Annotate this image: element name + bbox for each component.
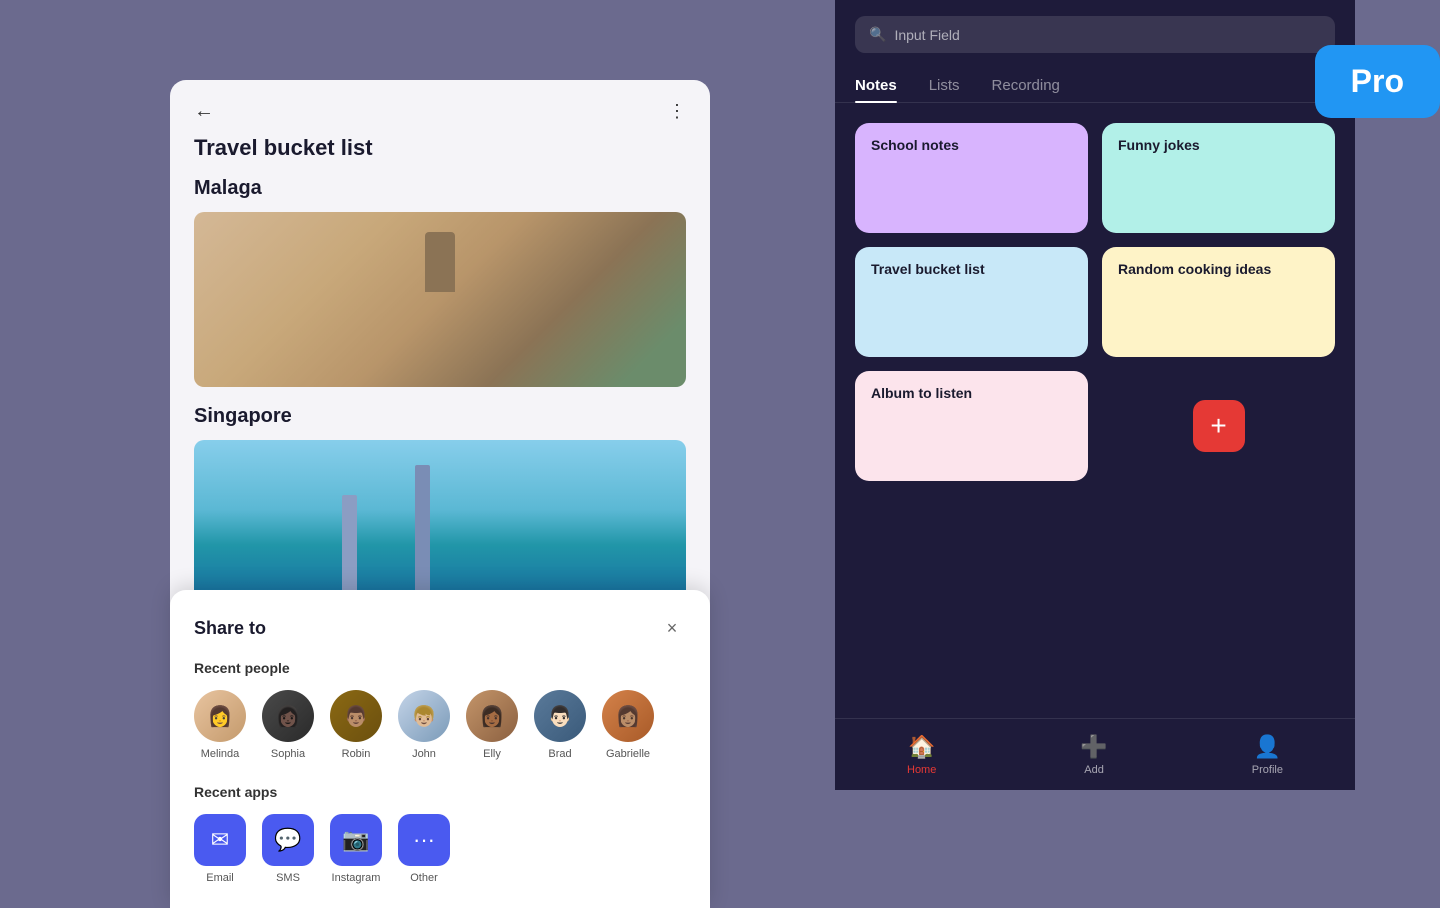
note-card-travel[interactable]: Travel bucket list — [855, 247, 1088, 357]
close-modal-button[interactable]: × — [658, 614, 686, 642]
tab-recording[interactable]: Recording — [992, 69, 1060, 102]
note-card-funny-jokes[interactable]: Funny jokes — [1102, 123, 1335, 233]
sms-icon: 💬 — [262, 814, 314, 866]
avatar-elly-face: 👩🏾 — [466, 690, 518, 742]
search-input-placeholder: Input Field — [894, 27, 959, 43]
note-card-title-travel: Travel bucket list — [871, 261, 985, 277]
note-card-school-notes[interactable]: School notes — [855, 123, 1088, 233]
person-gabrielle[interactable]: 👩🏽 Gabrielle — [602, 690, 654, 760]
recent-people-label: Recent people — [194, 660, 686, 676]
person-sophia[interactable]: 👩🏿 Sophia — [262, 690, 314, 760]
city-singapore: Singapore — [194, 405, 686, 428]
note-card-album[interactable]: Album to listen — [855, 371, 1088, 481]
avatar-brad: 👨🏻 — [534, 690, 586, 742]
note-card-title-cooking: Random cooking ideas — [1118, 261, 1271, 277]
person-brad[interactable]: 👨🏻 Brad — [534, 690, 586, 760]
notes-app-panel: 🔍 Input Field Notes Lists Recording Scho… — [835, 0, 1355, 790]
avatar-gabrielle: 👩🏽 — [602, 690, 654, 742]
app-email[interactable]: ✉ Email — [194, 814, 246, 884]
add-icon: ➕ — [1080, 734, 1107, 760]
bottom-nav: 🏠 Home ➕ Add 👤 Profile — [835, 718, 1355, 790]
add-card-wrapper: + — [1102, 371, 1335, 481]
note-header: ← ⋮ — [170, 80, 710, 135]
note-card-title-jokes: Funny jokes — [1118, 137, 1200, 153]
person-robin[interactable]: 👨🏽 Robin — [330, 690, 382, 760]
notes-grid: School notes Funny jokes Travel bucket l… — [835, 123, 1355, 481]
apps-row: ✉ Email 💬 SMS 📷 Instagram ··· Other — [194, 814, 686, 884]
note-title: Travel bucket list — [170, 135, 710, 177]
share-modal-title: Share to — [194, 618, 266, 639]
back-button[interactable]: ← — [194, 100, 214, 123]
recent-apps-label: Recent apps — [194, 784, 686, 800]
avatar-gabrielle-face: 👩🏽 — [602, 690, 654, 742]
malaga-image — [194, 212, 686, 387]
search-bar[interactable]: 🔍 Input Field — [855, 16, 1335, 53]
person-elly[interactable]: 👩🏾 Elly — [466, 690, 518, 760]
avatar-robin: 👨🏽 — [330, 690, 382, 742]
share-modal-header: Share to × — [194, 614, 686, 642]
tab-notes[interactable]: Notes — [855, 69, 897, 102]
app-name-sms: SMS — [276, 872, 300, 884]
city-malaga: Malaga — [194, 177, 686, 200]
app-other[interactable]: ··· Other — [398, 814, 450, 884]
avatar-sophia-face: 👩🏿 — [262, 690, 314, 742]
avatar-melinda-face: 👩 — [194, 690, 246, 742]
nav-home-label: Home — [907, 764, 936, 776]
email-icon: ✉ — [194, 814, 246, 866]
share-button[interactable]: ⋮ — [668, 101, 686, 122]
app-name-email: Email — [206, 872, 234, 884]
people-row: 👩 Melinda 👩🏿 Sophia 👨🏽 Robin 👦🏼 John 👩🏾 — [194, 690, 686, 760]
note-card-title-school: School notes — [871, 137, 959, 153]
nav-home[interactable]: 🏠 Home — [907, 734, 936, 776]
person-name-sophia: Sophia — [271, 748, 305, 760]
person-name-john: John — [412, 748, 436, 760]
search-icon: 🔍 — [869, 26, 886, 43]
avatar-john: 👦🏼 — [398, 690, 450, 742]
share-modal: Share to × Recent people 👩 Melinda 👩🏿 So… — [170, 590, 710, 908]
note-card-cooking[interactable]: Random cooking ideas — [1102, 247, 1335, 357]
home-icon: 🏠 — [908, 734, 935, 760]
person-melinda[interactable]: 👩 Melinda — [194, 690, 246, 760]
app-name-other: Other — [410, 872, 438, 884]
app-name-instagram: Instagram — [332, 872, 381, 884]
pro-badge[interactable]: Pro — [1315, 45, 1440, 118]
nav-add[interactable]: ➕ Add — [1080, 734, 1107, 776]
singapore-image — [194, 440, 686, 615]
note-card-title-album: Album to listen — [871, 385, 972, 401]
avatar-elly: 👩🏾 — [466, 690, 518, 742]
nav-profile[interactable]: 👤 Profile — [1252, 734, 1283, 776]
person-name-elly: Elly — [483, 748, 501, 760]
avatar-john-face: 👦🏼 — [398, 690, 450, 742]
avatar-sophia: 👩🏿 — [262, 690, 314, 742]
avatar-brad-face: 👨🏻 — [534, 690, 586, 742]
person-john[interactable]: 👦🏼 John — [398, 690, 450, 760]
instagram-icon: 📷 — [330, 814, 382, 866]
person-name-robin: Robin — [342, 748, 371, 760]
person-name-melinda: Melinda — [201, 748, 240, 760]
nav-add-label: Add — [1084, 764, 1104, 776]
profile-icon: 👤 — [1254, 734, 1281, 760]
avatar-melinda: 👩 — [194, 690, 246, 742]
add-note-button[interactable]: + — [1193, 400, 1245, 452]
tabs-row: Notes Lists Recording — [835, 69, 1355, 103]
nav-profile-label: Profile — [1252, 764, 1283, 776]
person-name-gabrielle: Gabrielle — [606, 748, 650, 760]
other-icon: ··· — [398, 814, 450, 866]
avatar-robin-face: 👨🏽 — [330, 690, 382, 742]
tab-lists[interactable]: Lists — [929, 69, 960, 102]
app-sms[interactable]: 💬 SMS — [262, 814, 314, 884]
person-name-brad: Brad — [548, 748, 571, 760]
app-instagram[interactable]: 📷 Instagram — [330, 814, 382, 884]
